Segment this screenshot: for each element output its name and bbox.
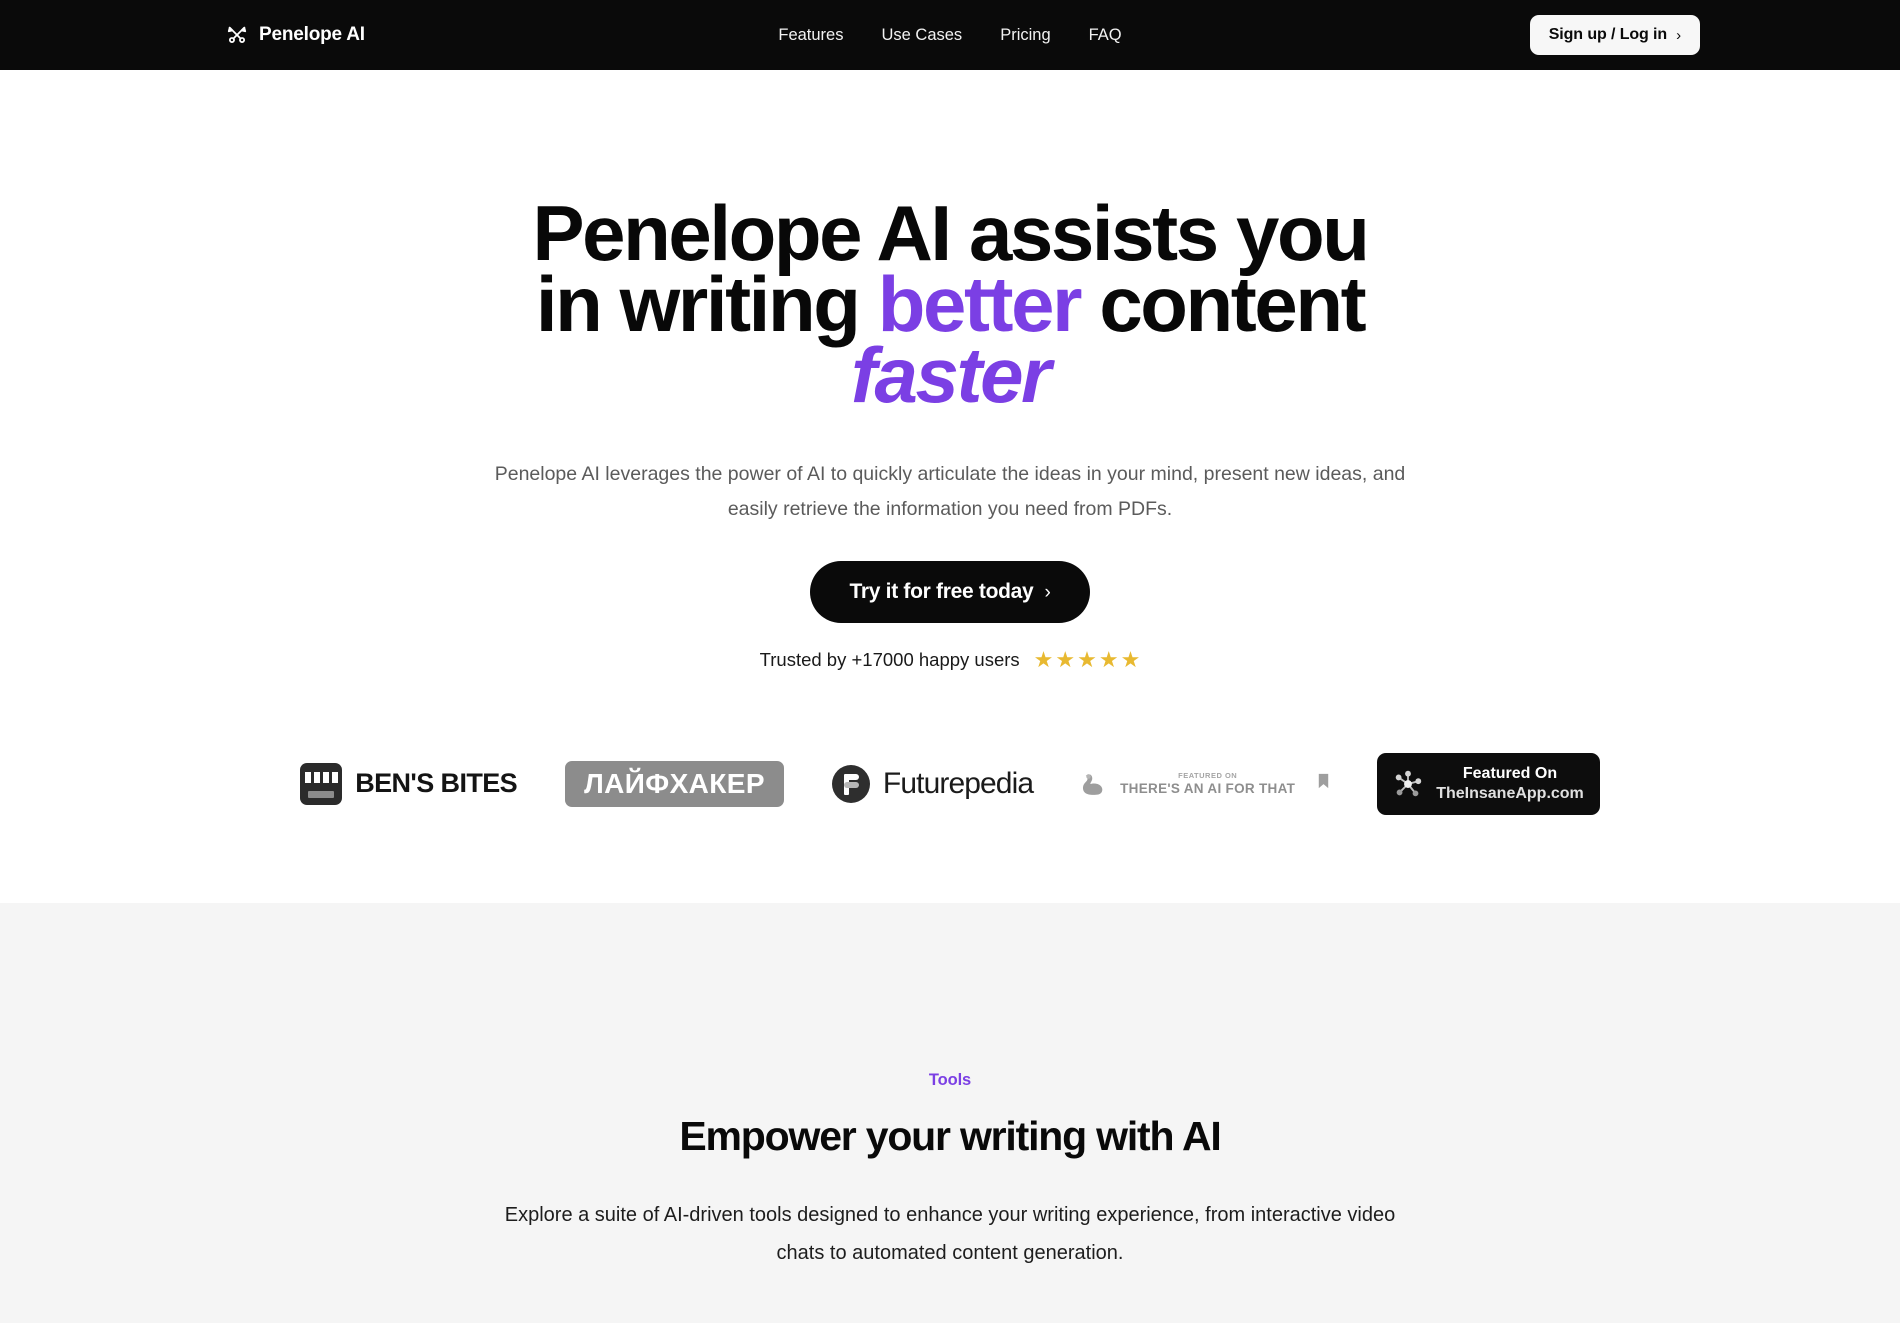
molecule-network-icon: [1393, 769, 1423, 799]
tools-section: Tools Empower your writing with AI Explo…: [0, 902, 1900, 1323]
theinsaneapp-line1: Featured On: [1462, 765, 1558, 782]
bookmark-icon: [1318, 772, 1329, 795]
hero-section: Penelope AI assists you in writing bette…: [0, 70, 1900, 903]
hero-title-accent-faster: faster: [850, 331, 1051, 419]
bens-bites-label: BEN'S BITES: [355, 768, 518, 799]
brand-logo[interactable]: Penelope AI: [226, 24, 365, 46]
theinsaneapp-line2: TheInsaneApp.com: [1436, 784, 1584, 802]
signup-login-button[interactable]: Sign up / Log in ›: [1529, 15, 1700, 55]
layfhaker-badge: ЛАЙФХАКЕР: [565, 760, 784, 807]
futurepedia-label: Futurepedia: [882, 766, 1034, 800]
rating-stars: ★ ★ ★ ★ ★: [1034, 649, 1141, 671]
nav-links: Features Use Cases Pricing FAQ: [778, 26, 1121, 45]
nav-link-faq[interactable]: FAQ: [1089, 26, 1122, 45]
chevron-right-icon: ›: [1044, 581, 1051, 603]
theres-an-ai-label: THERE'S AN AI FOR THAT: [1120, 781, 1296, 797]
tools-eyebrow: Tools: [928, 1070, 972, 1089]
logo-theres-an-ai-for-that[interactable]: FEATURED ON THERE'S AN AI FOR THAT: [1081, 769, 1329, 799]
nav-link-use-cases[interactable]: Use Cases: [881, 26, 962, 45]
press-logo-bar: BEN'S BITES ЛАЙФХАКЕР Futurepedia FEATUR…: [0, 753, 1900, 903]
bens-bites-blocks: [304, 771, 338, 783]
hero-subtitle: Penelope AI leverages the power of AI to…: [494, 463, 1406, 520]
trusted-by-row: Trusted by +17000 happy users ★ ★ ★ ★ ★: [0, 649, 1900, 671]
star-icon: ★: [1120, 647, 1141, 672]
nav-link-pricing[interactable]: Pricing: [1000, 26, 1050, 45]
trusted-by-text: Trusted by +17000 happy users: [759, 649, 1020, 670]
hero-title-line2-part2: content: [1080, 260, 1366, 348]
futurepedia-icon: [831, 764, 870, 803]
tools-subtitle: Explore a suite of AI-driven tools desig…: [504, 1203, 1396, 1264]
signup-login-label: Sign up / Log in: [1548, 26, 1668, 43]
hero-cta-wrapper: Try it for free today ›: [0, 561, 1900, 623]
nav-link-features[interactable]: Features: [778, 26, 843, 45]
chevron-right-icon: ›: [1676, 26, 1681, 44]
bens-bites-icon: [300, 762, 343, 805]
star-icon: ★: [1077, 647, 1097, 672]
theinsaneapp-text: Featured On TheInsaneApp.com: [1436, 764, 1584, 804]
logo-theinsaneapp[interactable]: Featured On TheInsaneApp.com: [1377, 753, 1600, 815]
theinsaneapp-badge: Featured On TheInsaneApp.com: [1377, 753, 1600, 815]
star-icon: ★: [1098, 647, 1119, 672]
page-title: Penelope AI assists you in writing bette…: [0, 194, 1900, 414]
logo-layfhaker[interactable]: ЛАЙФХАКЕР: [565, 760, 784, 807]
hero-title-line2-part1: in writing: [535, 260, 878, 348]
brand-name: Penelope AI: [259, 24, 365, 45]
tools-title: Empower your writing with AI: [679, 1112, 1221, 1159]
theres-an-ai-text: FEATURED ON THERE'S AN AI FOR THAT: [1120, 772, 1295, 796]
crossed-pens-icon: [226, 24, 248, 46]
top-navbar: Penelope AI Features Use Cases Pricing F…: [0, 0, 1900, 70]
try-free-label: Try it for free today: [849, 580, 1034, 603]
logo-bens-bites[interactable]: BEN'S BITES: [300, 762, 518, 805]
try-free-button[interactable]: Try it for free today ›: [809, 561, 1091, 623]
layfhaker-label: ЛАЙФХАКЕР: [584, 767, 765, 799]
featured-on-label: FEATURED ON: [1178, 770, 1238, 780]
flexed-arm-icon: [1081, 769, 1111, 799]
logo-futurepedia[interactable]: Futurepedia: [831, 764, 1034, 803]
star-icon: ★: [1033, 647, 1054, 672]
star-icon: ★: [1055, 647, 1076, 672]
